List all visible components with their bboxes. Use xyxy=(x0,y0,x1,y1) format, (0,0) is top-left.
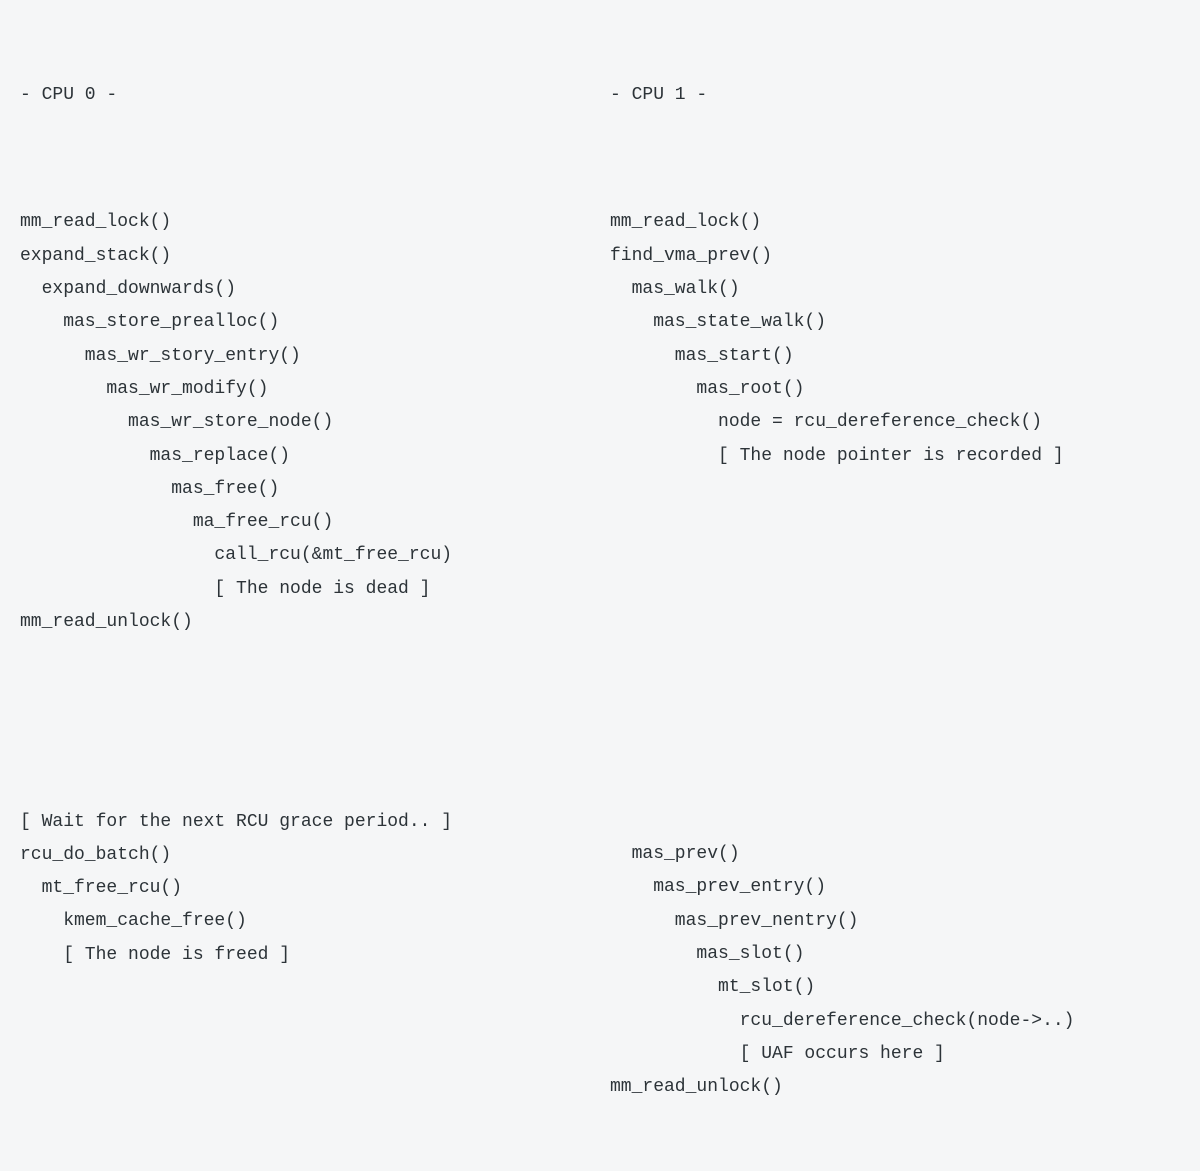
cpu0-header: - CPU 0 - xyxy=(20,79,590,112)
cpu0-block1: mm_read_lock() expand_stack() expand_dow… xyxy=(20,206,590,639)
cpu0-block2: [ Wait for the next RCU grace period.. ]… xyxy=(20,806,590,972)
cpu0-column: - CPU 0 - mm_read_lock() expand_stack() … xyxy=(20,12,590,1171)
cpu1-header: - CPU 1 - xyxy=(610,79,1180,112)
cpu1-column: - CPU 1 - mm_read_lock() find_vma_prev()… xyxy=(610,12,1180,1171)
spacer xyxy=(610,539,1180,771)
cpu1-block1: mm_read_lock() find_vma_prev() mas_walk(… xyxy=(610,206,1180,472)
trace-container: - CPU 0 - mm_read_lock() expand_stack() … xyxy=(20,12,1180,1171)
spacer xyxy=(20,706,590,739)
cpu1-block2: mas_prev() mas_prev_entry() mas_prev_nen… xyxy=(610,838,1180,1104)
